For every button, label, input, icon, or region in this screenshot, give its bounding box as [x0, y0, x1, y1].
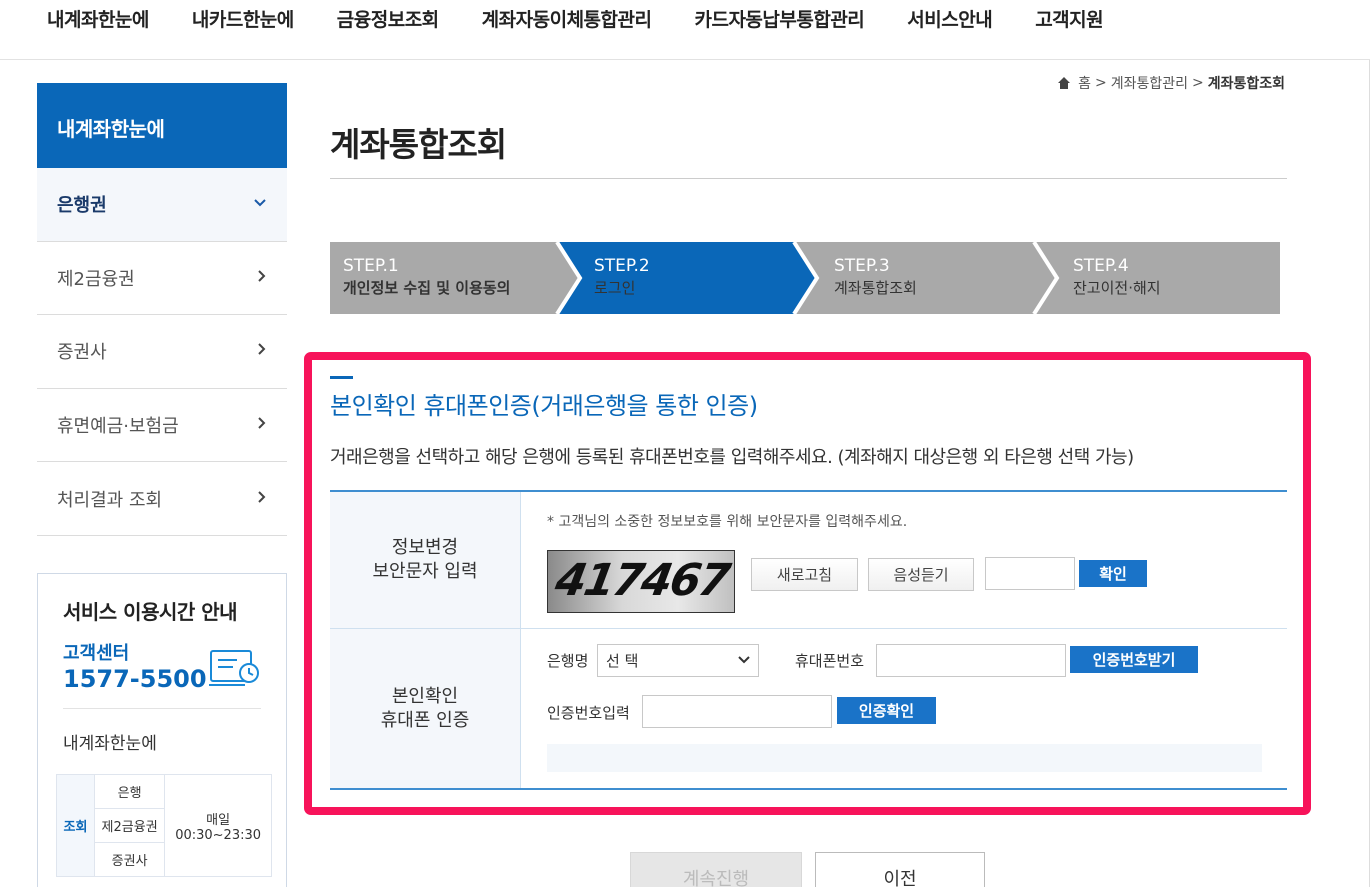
- topnav-item-card-auto-pay[interactable]: 카드자동납부통합관리: [694, 5, 864, 32]
- chevron-right-icon: [257, 490, 267, 508]
- topnav-item-service-guide[interactable]: 서비스안내: [907, 5, 992, 32]
- service-hours-table: 조회 은행 매일 00:30~23:30 제2금융권 증권사: [56, 774, 272, 877]
- step-label: 개인정보 수집 및 이용동의: [343, 279, 511, 297]
- bank-label: 은행명: [547, 652, 589, 670]
- section-description: 거래은행을 선택하고 해당 은행에 등록된 휴대폰번호를 입력해주세요. (계좌…: [330, 447, 1134, 468]
- section-title: 본인확인 휴대폰인증(거래은행을 통한 인증): [330, 392, 758, 420]
- sidebar-item-label: 처리결과 조회: [57, 489, 163, 511]
- verify-button[interactable]: 인증확인: [837, 697, 936, 724]
- step-label: 잔고이전·해지: [1073, 279, 1161, 297]
- phone-auth-head-line: 휴대폰 인증: [380, 709, 470, 731]
- captcha-image: 417467: [547, 550, 735, 613]
- home-icon[interactable]: [1057, 76, 1071, 90]
- sidebar-item-securities[interactable]: 증권사: [37, 315, 287, 389]
- sidebar-item-bank[interactable]: 은행권: [37, 168, 287, 242]
- chevron-down-icon: [738, 650, 750, 668]
- step-indicator: STEP.1 개인정보 수집 및 이용동의 STEP.2 로그인 STEP.3 …: [330, 242, 1280, 314]
- info-message-bar: [547, 744, 1262, 772]
- service-table-cell: 증권사: [93, 842, 166, 877]
- sidebar-item-label: 제2금융권: [57, 268, 135, 290]
- sidebar-item-label: 증권사: [57, 342, 107, 364]
- captcha-head-line: 정보변경: [391, 537, 459, 558]
- page-title: 계좌통합조회: [330, 125, 507, 164]
- step-number: STEP.2: [594, 256, 650, 276]
- chevron-right-icon: [257, 416, 267, 434]
- sidebar-menu: 은행권 제2금융권 증권사 휴면예금·보험금 처리결과 조회: [37, 168, 287, 536]
- breadcrumb: 홈 > 계좌통합관리 > 계좌통합조회: [1057, 73, 1285, 93]
- step-label: 계좌통합조회: [834, 279, 917, 297]
- service-table-cell: 제2금융권: [93, 808, 166, 843]
- captcha-refresh-button[interactable]: 새로고침: [751, 558, 858, 591]
- chevron-right-icon: [257, 269, 267, 287]
- captcha-head-line: 보안문자 입력: [372, 561, 478, 582]
- topnav-item-support[interactable]: 고객지원: [1035, 5, 1103, 32]
- step-number: STEP.4: [1073, 256, 1129, 276]
- topnav-item-my-accounts[interactable]: 내계좌한눈에: [47, 5, 149, 32]
- service-hours-title: 서비스 이용시간 안내: [63, 600, 238, 624]
- service-time-value: 00:30~23:30: [175, 827, 262, 843]
- chevron-right-icon: [257, 342, 267, 360]
- topnav-item-my-cards[interactable]: 내카드한눈에: [192, 5, 294, 32]
- step-1: STEP.1 개인정보 수집 및 이용동의: [343, 255, 510, 297]
- get-code-button[interactable]: 인증번호받기: [1070, 646, 1198, 673]
- phone-auth-row-body: 은행명 선 택 휴대폰번호 인증번호받기 인증번호입력 인증확인: [521, 629, 1287, 788]
- captcha-audio-button[interactable]: 음성듣기: [868, 558, 974, 591]
- breadcrumb-separator: >: [1191, 75, 1204, 91]
- phone-number-input[interactable]: [876, 644, 1066, 677]
- breadcrumb-mid[interactable]: 계좌통합관리: [1111, 73, 1188, 93]
- auth-form-table: 정보변경 보안문자 입력 * 고객님의 소중한 정보보호를 위해 보안문자를 입…: [330, 490, 1287, 790]
- step-4: STEP.4 잔고이전·해지: [1073, 255, 1161, 297]
- step-2: STEP.2 로그인: [594, 255, 650, 297]
- breadcrumb-separator: >: [1094, 75, 1107, 91]
- captcha-row-body: * 고객님의 소중한 정보보호를 위해 보안문자를 입력해주세요. 417467…: [521, 492, 1287, 628]
- bank-select-value: 선 택: [606, 652, 639, 670]
- service-sub-title: 내계좌한눈에: [63, 734, 157, 754]
- step-label: 로그인: [594, 279, 636, 297]
- sidebar-item-second-finance[interactable]: 제2금융권: [37, 242, 287, 316]
- previous-button[interactable]: 이전: [815, 852, 985, 887]
- sidebar-item-label: 휴면예금·보험금: [57, 416, 179, 438]
- captcha-row: 정보변경 보안문자 입력 * 고객님의 소중한 정보보호를 위해 보안문자를 입…: [330, 492, 1287, 629]
- step-number: STEP.3: [834, 256, 890, 276]
- step-number: STEP.1: [343, 256, 399, 276]
- chevron-down-icon: [253, 196, 267, 212]
- top-navigation: 내계좌한눈에 내카드한눈에 금융정보조회 계좌자동이체통합관리 카드자동납부통합…: [0, 0, 1370, 60]
- topnav-item-financial-info[interactable]: 금융정보조회: [337, 5, 439, 32]
- auth-code-input[interactable]: [642, 695, 832, 728]
- topnav-item-auto-transfer[interactable]: 계좌자동이체통합관리: [482, 5, 652, 32]
- sidebar-item-results[interactable]: 처리결과 조회: [37, 462, 287, 536]
- phone-auth-head-line: 본인확인: [391, 685, 459, 707]
- step-3: STEP.3 계좌통합조회: [834, 255, 917, 297]
- code-label: 인증번호입력: [547, 704, 630, 722]
- schedule-icon: [209, 645, 261, 691]
- phone-auth-row-head: 본인확인 휴대폰 인증: [330, 629, 521, 788]
- sidebar-item-dormant[interactable]: 휴면예금·보험금: [37, 389, 287, 463]
- title-divider: [330, 178, 1287, 179]
- phone-label: 휴대폰번호: [795, 652, 865, 670]
- service-time-label: 매일: [206, 812, 231, 828]
- captcha-input[interactable]: [985, 557, 1075, 590]
- continue-button[interactable]: 계속진행: [630, 852, 802, 887]
- phone-auth-row: 본인확인 휴대폰 인증 은행명 선 택 휴대폰번호 인증번호받기 인증번호입력 …: [330, 629, 1287, 790]
- sidebar-item-label: 은행권: [57, 195, 107, 217]
- sidebar-title: 내계좌한눈에: [37, 83, 287, 168]
- captcha-note: * 고객님의 소중한 정보보호를 위해 보안문자를 입력해주세요.: [547, 514, 908, 530]
- service-table-time: 매일 00:30~23:30: [164, 774, 272, 877]
- service-table-head: 조회: [56, 774, 95, 877]
- section-title-bar: [330, 376, 353, 379]
- captcha-image-text: 417467: [551, 555, 733, 606]
- breadcrumb-home[interactable]: 홈: [1078, 73, 1091, 93]
- service-table-cell: 은행: [93, 774, 166, 809]
- service-hours-box: 서비스 이용시간 안내 고객센터 1577-5500 내계좌한눈에 조회 은행 …: [37, 573, 287, 887]
- captcha-row-head: 정보변경 보안문자 입력: [330, 492, 521, 628]
- customer-center: 고객센터 1577-5500: [63, 639, 261, 709]
- captcha-confirm-button[interactable]: 확인: [1079, 560, 1147, 587]
- breadcrumb-current: 계좌통합조회: [1207, 76, 1285, 92]
- bank-select[interactable]: 선 택: [597, 644, 759, 677]
